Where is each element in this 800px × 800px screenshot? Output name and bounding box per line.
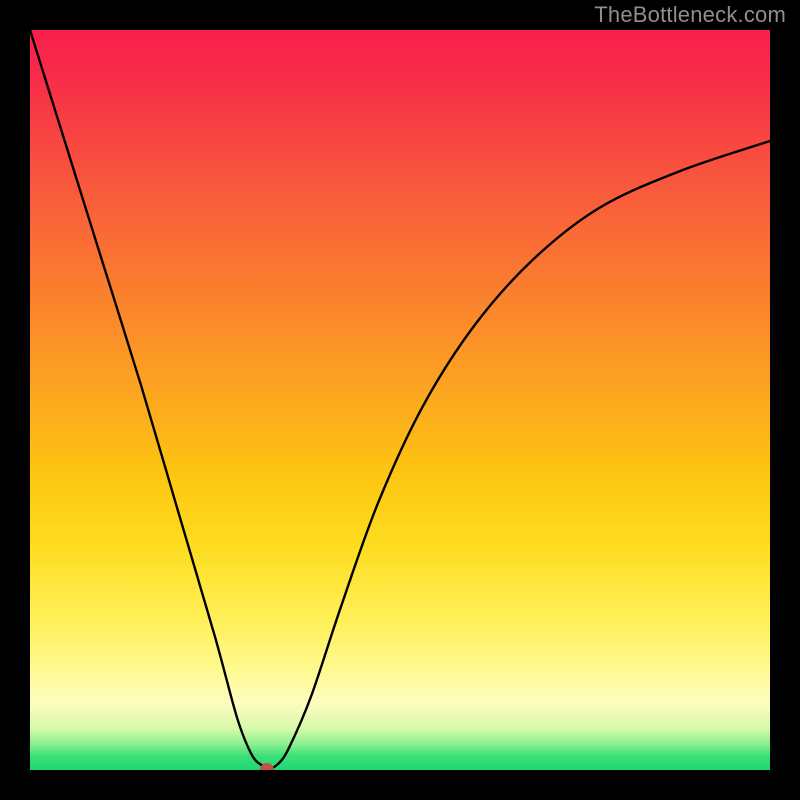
- minimum-marker-icon: [260, 763, 274, 770]
- watermark-text: TheBottleneck.com: [594, 2, 786, 28]
- chart-frame: TheBottleneck.com: [0, 0, 800, 800]
- plot-area: [30, 30, 770, 770]
- bottleneck-curve: [30, 30, 770, 770]
- curve-path: [30, 30, 770, 770]
